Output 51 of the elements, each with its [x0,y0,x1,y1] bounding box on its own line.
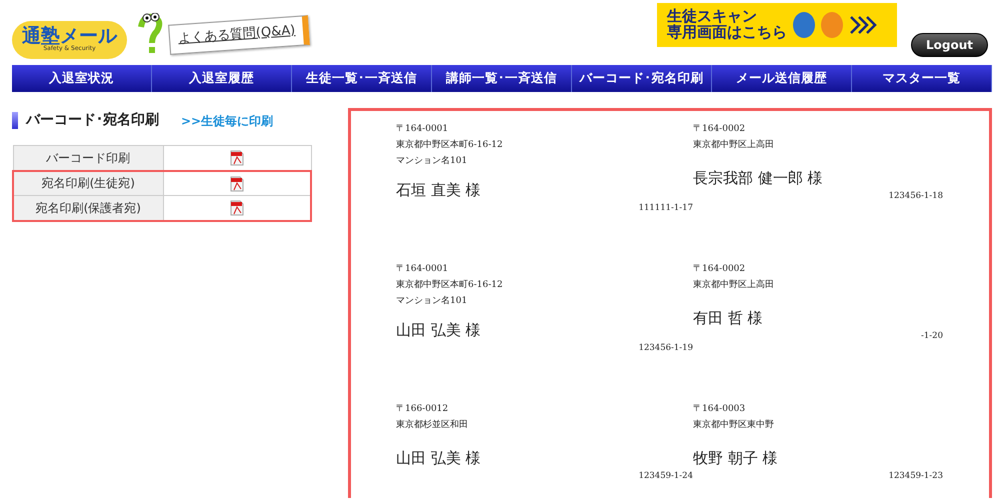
label-code: 123456-1-19 [638,342,693,354]
recipient-name: 有田 哲 様 [693,308,764,329]
address-line: 東京都中野区本町6-16-12 [396,278,504,292]
postal-code: 〒166-0012 [396,403,450,416]
recipient-name: 牧野 朝子 様 [693,448,779,469]
nav-tab[interactable]: 入退室状況 [12,65,152,92]
recipient-name: 石垣 直美 様 [396,180,482,201]
postal-code: 〒164-0002 [693,263,746,276]
address-line: マンション名101 [396,154,468,168]
address-line: 東京都中野区上高田 [693,278,775,292]
banner-text: 専用画面はこちら [666,25,787,41]
nav-tab[interactable]: 生徒一覧･一斉送信 [292,65,432,92]
pdf-icon[interactable] [230,176,244,192]
nav-tab[interactable]: マスター一覧 [852,65,992,92]
recipient-name: 山田 弘美 様 [396,448,482,469]
table-cell: 宛名印刷(保護者宛) [13,196,163,220]
label-code: 123459-1-23 [888,470,943,482]
chevrons-icon [848,15,879,35]
recipient-name: 長宗我部 健一郎 様 [693,168,824,189]
logout-button[interactable]: Logout [910,32,988,56]
banner-text: 生徒スキャン [666,9,758,25]
print-per-student-link[interactable]: >>生徒毎に印刷 [181,112,274,130]
logo-text: 通塾メール [22,27,117,46]
child-avatar-icon [792,12,815,38]
label-code: 111111-1-17 [638,202,693,214]
nav-tab[interactable]: 入退室履歴 [152,65,292,92]
address-line: 東京都中野区本町6-16-12 [396,138,504,152]
nav-tab[interactable]: 講師一覧･一斉送信 [432,65,572,92]
postal-code: 〒164-0001 [396,123,450,136]
postal-code: 〒164-0001 [396,263,450,276]
student-scan-banner[interactable]: 生徒スキャン 専用画面はこちら [656,3,897,47]
section-title: バーコード･宛名印刷 [26,110,159,130]
table-cell: バーコード印刷 [13,146,163,170]
recipient-name: 山田 弘美 様 [396,320,482,341]
pdf-icon[interactable] [230,150,244,166]
nav-tab[interactable]: メール送信履歴 [712,65,852,92]
postal-code: 〒164-0002 [693,123,746,136]
table-cell: 宛名印刷(生徒宛) [13,170,163,196]
label-code: 123456-1-18 [888,190,943,202]
heading-marker-icon [12,112,18,129]
label-code: 123459-1-24 [638,470,693,482]
address-line: 東京都中野区上高田 [693,138,775,152]
child-avatar-icon [820,12,843,38]
address-line: マンション名101 [396,294,468,308]
label-code: -1-20 [921,330,943,342]
address-line: 東京都杉並区和田 [396,418,469,432]
pdf-icon[interactable] [230,200,244,216]
faq-link[interactable]: よくある質問(Q&A) [168,14,310,54]
address-line: 東京都中野区東中野 [693,418,775,432]
postal-code: 〒164-0003 [693,403,746,416]
nav-tab[interactable]: バーコード･宛名印刷 [572,65,712,92]
